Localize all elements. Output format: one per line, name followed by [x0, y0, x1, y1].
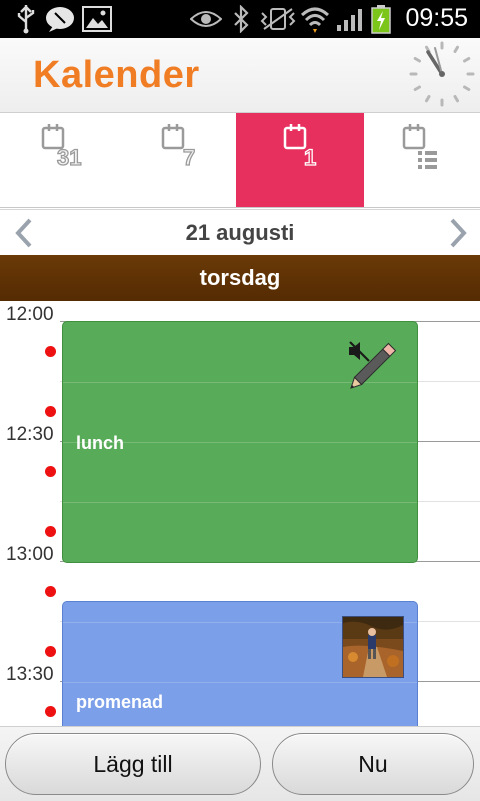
time-label: 12:30	[6, 424, 54, 445]
chat-icon	[46, 7, 74, 32]
day-view-icon: 1	[283, 124, 317, 171]
vibrate-icon	[260, 8, 296, 30]
reminder-dot	[45, 526, 56, 537]
pencil-icon	[350, 342, 397, 389]
weekday-label: torsdag	[199, 265, 281, 290]
reminder-dot	[45, 586, 56, 597]
tab-week-label: 7	[183, 145, 195, 170]
event-title: promenad	[76, 692, 164, 712]
week-view-icon: 7	[161, 124, 196, 171]
clock-icon[interactable]	[408, 40, 476, 108]
time-label: 13:00	[6, 544, 54, 565]
eye-icon	[190, 11, 222, 27]
time-label: 12:00	[6, 304, 54, 325]
tab-month-label: 31	[57, 145, 81, 170]
tab-agenda[interactable]	[364, 113, 480, 207]
signal-icon	[337, 9, 362, 31]
event-lunch[interactable]: lunch	[62, 321, 418, 563]
status-bar: 09:55	[0, 0, 480, 38]
event-promenad[interactable]: promenad	[62, 601, 418, 726]
current-date: 21 augusti	[185, 220, 295, 245]
reminder-dot	[45, 646, 56, 657]
tab-week[interactable]: 7	[120, 113, 240, 207]
status-time: 09:55	[405, 4, 468, 32]
bluetooth-icon	[234, 5, 249, 33]
reminder-dot	[45, 406, 56, 417]
date-navigation: 21 augusti	[0, 209, 480, 257]
gallery-icon	[82, 6, 112, 32]
bottom-action-bar: Lägg till Nu	[0, 726, 480, 801]
month-view-icon: 31	[41, 124, 82, 171]
reminder-dot	[45, 466, 56, 477]
usb-icon	[17, 5, 35, 34]
event-title: lunch	[76, 433, 124, 453]
add-event-button[interactable]: Lägg till	[5, 733, 261, 795]
chevron-right-icon[interactable]	[448, 218, 468, 248]
day-timeline[interactable]: 12:00 12:30 13:00 13:30 lunch promenad	[0, 301, 480, 726]
wifi-icon	[300, 7, 330, 33]
now-button[interactable]: Nu	[272, 733, 474, 795]
tab-month[interactable]: 31	[0, 113, 120, 207]
tab-day-label: 1	[304, 145, 316, 170]
weekday-bar: torsdag	[0, 255, 480, 301]
app-title: Kalender	[33, 54, 200, 96]
reminder-dot	[45, 346, 56, 357]
battery-icon	[371, 5, 391, 34]
tab-day[interactable]: 1	[236, 113, 364, 207]
view-tabs: 31 7 1	[0, 113, 480, 208]
time-label: 13:30	[6, 664, 54, 685]
reminder-dot	[45, 706, 56, 717]
photo-thumbnail	[342, 616, 404, 678]
agenda-view-icon	[402, 124, 437, 169]
